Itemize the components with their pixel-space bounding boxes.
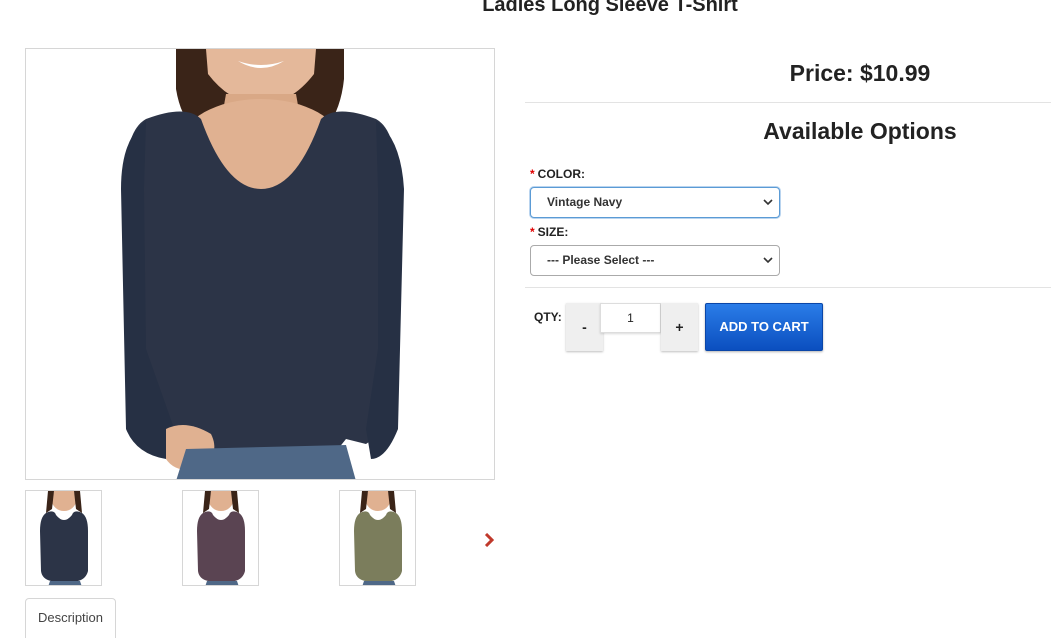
page-title: Ladies Long Sleeve T-Shirt bbox=[482, 0, 738, 16]
size-label-text: SIZE: bbox=[537, 225, 569, 239]
qty-label: QTY: bbox=[534, 310, 562, 324]
tab-description[interactable]: Description bbox=[25, 598, 116, 638]
chevron-down-icon bbox=[763, 188, 773, 228]
color-option-label: * COLOR: bbox=[530, 167, 585, 181]
thumbnail-navy[interactable] bbox=[25, 490, 102, 586]
divider bbox=[525, 287, 1051, 288]
price-label: Price: $10.99 bbox=[789, 60, 931, 86]
size-select-value: --- Please Select --- bbox=[547, 253, 655, 267]
color-select-value: Vintage Navy bbox=[547, 195, 623, 209]
thumbnail-purple[interactable] bbox=[182, 490, 259, 586]
thumbnail-olive[interactable] bbox=[339, 490, 416, 586]
color-select[interactable]: Vintage Navy bbox=[530, 187, 780, 218]
qty-decrement-button[interactable]: - bbox=[566, 303, 603, 351]
chevron-right-icon[interactable] bbox=[480, 528, 498, 552]
options-heading: Available Options bbox=[763, 118, 957, 144]
thumbnail-image bbox=[183, 491, 258, 585]
qty-increment-button[interactable]: + bbox=[661, 303, 698, 351]
size-option-label: * SIZE: bbox=[530, 225, 568, 239]
thumbnail-image bbox=[340, 491, 415, 585]
required-mark: * bbox=[530, 225, 535, 239]
size-select[interactable]: --- Please Select --- bbox=[530, 245, 780, 276]
qty-input[interactable] bbox=[600, 303, 661, 333]
main-product-image[interactable] bbox=[25, 48, 495, 480]
chevron-down-icon bbox=[763, 246, 773, 286]
color-label-text: COLOR: bbox=[537, 167, 585, 181]
thumbnail-image bbox=[26, 491, 101, 585]
required-mark: * bbox=[530, 167, 535, 181]
divider bbox=[525, 102, 1051, 103]
model-illustration bbox=[26, 49, 494, 479]
add-to-cart-button[interactable]: ADD TO CART bbox=[705, 303, 823, 351]
